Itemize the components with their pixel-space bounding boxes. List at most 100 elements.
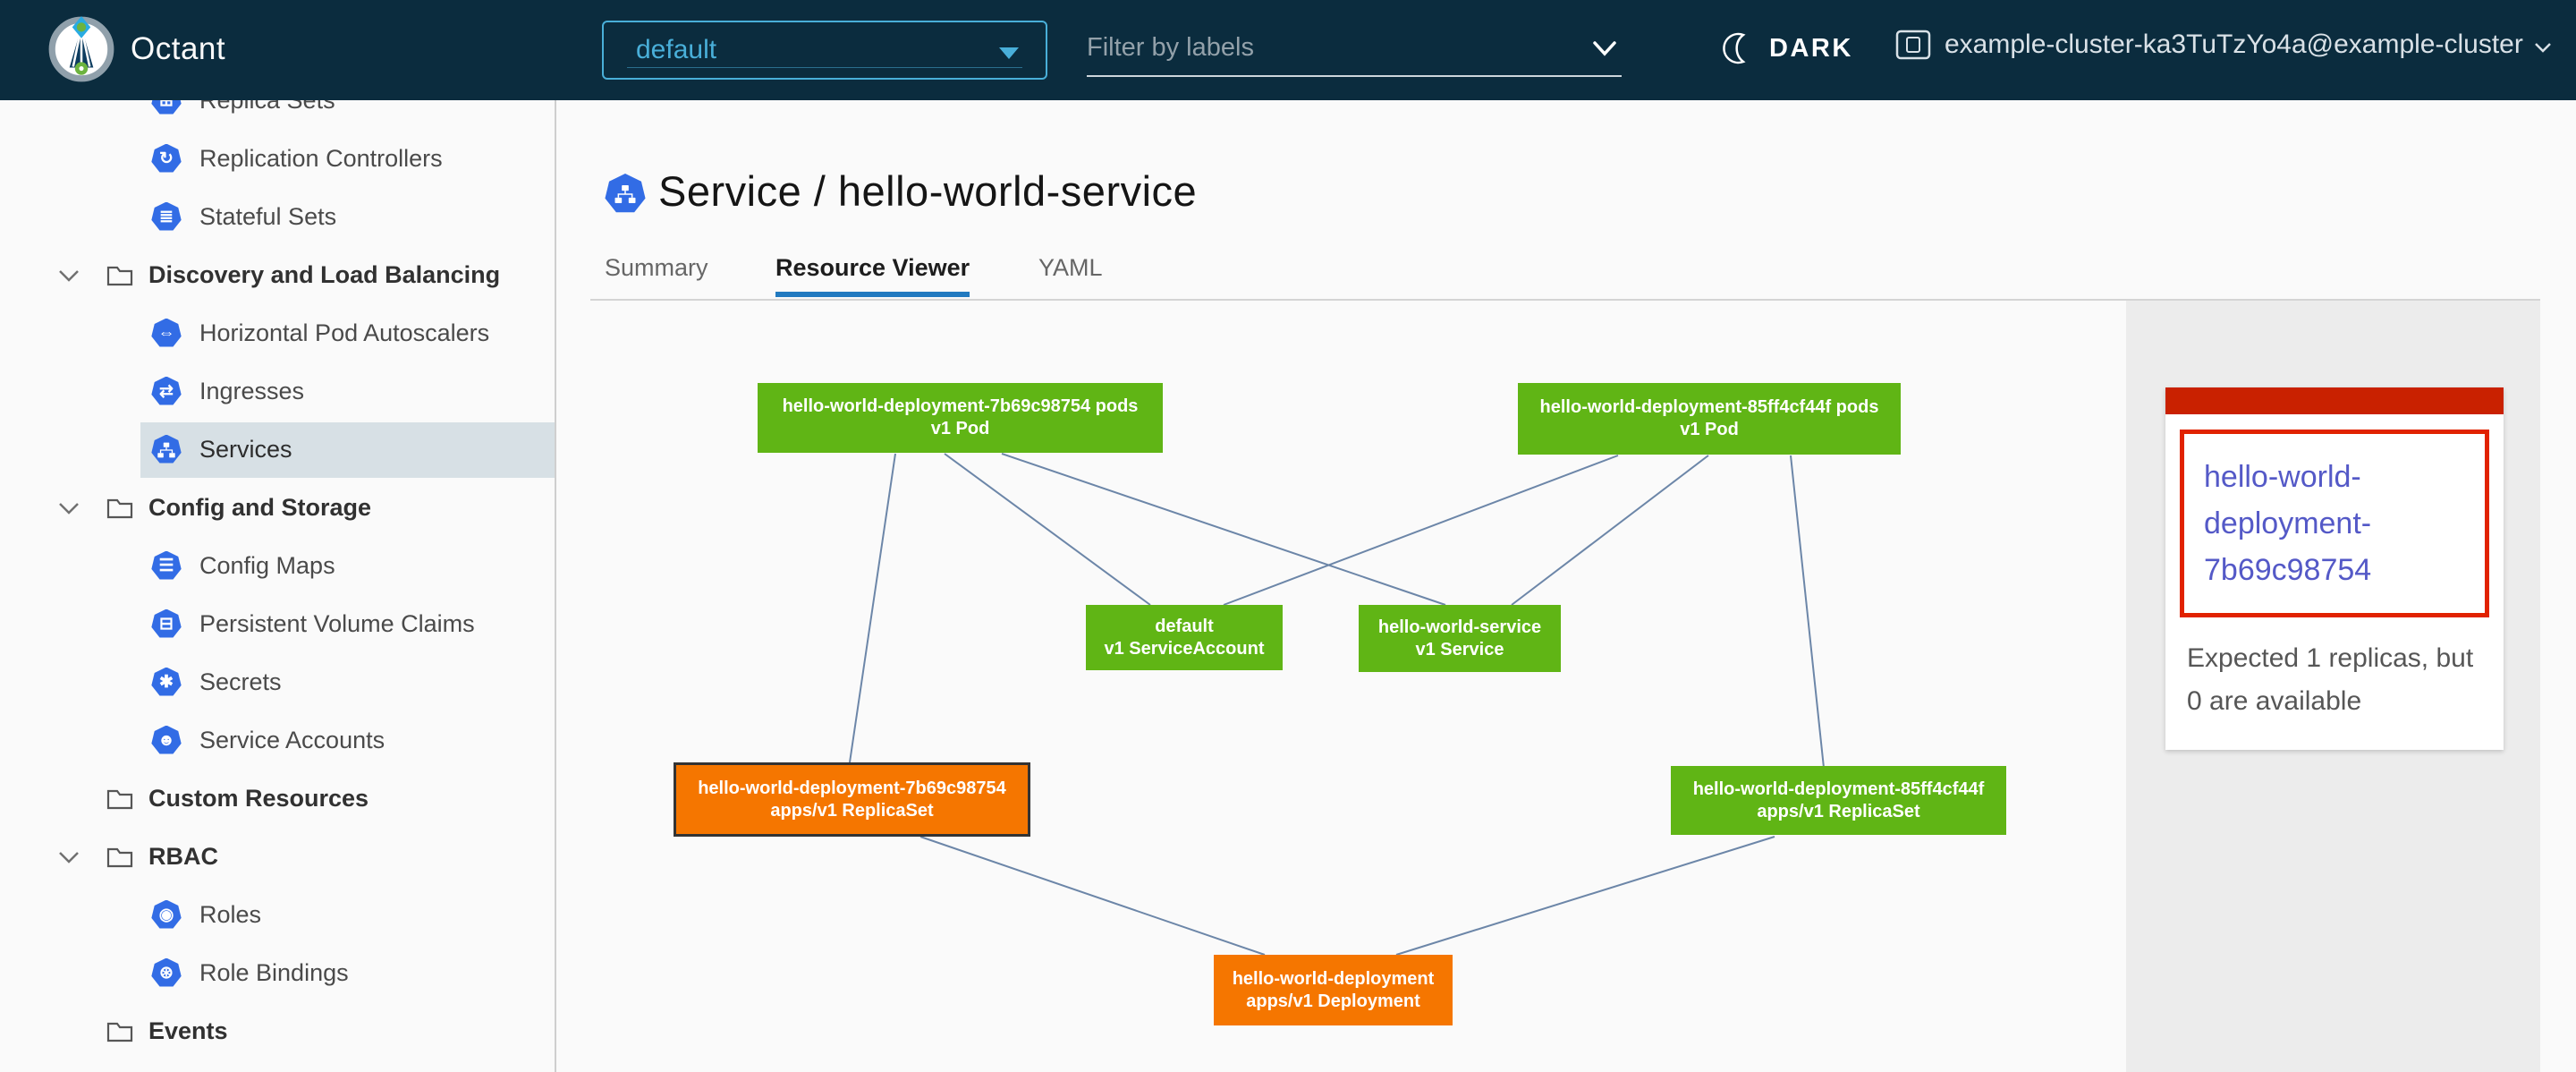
sidebar-group-label: RBAC — [148, 843, 218, 871]
error-alert-box: hello-world-deployment-7b69c98754 — [2180, 430, 2489, 617]
sidebar-item-stateful-sets[interactable]: ≣ Stateful Sets — [0, 188, 556, 246]
ingresses-icon: ⇄ — [151, 377, 182, 407]
status-bar-error — [2165, 387, 2504, 414]
sidebar-item-services[interactable]: Services — [0, 421, 556, 479]
sidebar-item-roles[interactable]: ◉ Roles — [0, 886, 556, 944]
label-filter-input[interactable] — [1087, 25, 1570, 70]
cluster-icon — [1894, 27, 1932, 63]
sidebar-item-label: Services — [199, 436, 292, 464]
graph-node-service-hello-world-service[interactable]: hello-world-service v1 Service — [1359, 605, 1561, 672]
caret-down-icon — [999, 47, 1019, 59]
folder-icon — [106, 1019, 134, 1044]
moon-icon — [1719, 29, 1758, 68]
horizontal-pod-autoscalers-icon: ⇔ — [151, 319, 182, 349]
node-kind: v1 Pod — [758, 418, 1163, 440]
secrets-icon: ✱ — [151, 668, 182, 698]
node-name: hello-world-deployment-85ff4cf44f pods — [1518, 396, 1901, 419]
node-kind: v1 Service — [1359, 639, 1561, 661]
graph-node-pod-7b69c98754[interactable]: hello-world-deployment-7b69c98754 pods v… — [758, 383, 1163, 453]
sidebar-item-label: Service Accounts — [199, 727, 385, 754]
config-maps-icon: ☰ — [151, 551, 182, 582]
sidebar-item-replication-controllers[interactable]: ↻ Replication Controllers — [0, 130, 556, 188]
folder-icon — [106, 263, 134, 288]
resource-link[interactable]: hello-world-deployment-7b69c98754 — [2204, 454, 2479, 593]
sidebar-item-config-maps[interactable]: ☰ Config Maps — [0, 537, 556, 595]
octant-app: Octant default DARK example-cluster-ka3 — [0, 0, 2576, 1072]
chevron-down-icon[interactable] — [57, 849, 80, 865]
sidebar-item-label: Horizontal Pod Autoscalers — [199, 319, 489, 347]
sidebar-item-label: Replication Controllers — [199, 145, 443, 173]
graph-node-serviceaccount-default[interactable]: default v1 ServiceAccount — [1086, 605, 1283, 670]
sidebar-item-service-accounts[interactable]: ☻ Service Accounts — [0, 711, 556, 770]
sidebar-item-replica-sets[interactable]: ⊞ Replica Sets — [0, 100, 556, 130]
graph-node-replicaset-7b69c98754[interactable]: hello-world-deployment-7b69c98754 apps/v… — [674, 762, 1030, 837]
sidebar-group-label: Discovery and Load Balancing — [148, 261, 500, 289]
tab-yaml[interactable]: YAML — [1038, 254, 1103, 292]
chevron-down-icon[interactable] — [1589, 38, 1620, 61]
context-selector[interactable]: example-cluster-ka3TuTzYo4a@example-clus… — [1894, 27, 2554, 63]
sidebar-item-label: Ingresses — [199, 378, 304, 405]
sidebar-item-ingresses[interactable]: ⇄ Ingresses — [0, 362, 556, 421]
sidebar-group-label: Events — [148, 1017, 228, 1045]
node-name: default — [1086, 616, 1283, 638]
sidebar-group-label: Config and Storage — [148, 494, 371, 522]
folder-icon — [106, 496, 134, 521]
top-navbar: Octant default DARK example-cluster-ka3 — [0, 0, 2576, 100]
sidebar-item-events[interactable]: Events — [0, 1002, 556, 1060]
role-bindings-icon: ⊛ — [151, 958, 182, 989]
theme-toggle[interactable]: DARK — [1719, 29, 1853, 68]
replication-controllers-icon: ↻ — [151, 144, 182, 174]
tab-resource-viewer[interactable]: Resource Viewer — [775, 254, 970, 297]
stateful-sets-icon: ≣ — [151, 202, 182, 233]
node-kind: apps/v1 Deployment — [1214, 991, 1453, 1013]
node-name: hello-world-deployment-85ff4cf44f — [1671, 778, 2006, 801]
node-kind: v1 Pod — [1518, 419, 1901, 441]
sidebar-item-label: Persistent Volume Claims — [199, 610, 475, 638]
octant-logo-icon — [45, 13, 118, 86]
sidebar-group-discovery-and-load-balancing[interactable]: Discovery and Load Balancing — [0, 246, 556, 304]
node-name: hello-world-deployment-7b69c98754 pods — [758, 396, 1163, 418]
persistent-volume-claims-icon: ⊟ — [151, 609, 182, 640]
sidebar-item-label: Roles — [199, 901, 261, 929]
graph-node-replicaset-85ff4cf44f[interactable]: hello-world-deployment-85ff4cf44f apps/v… — [1671, 766, 2006, 835]
sidebar-item-horizontal-pod-autoscalers[interactable]: ⇔ Horizontal Pod Autoscalers — [0, 304, 556, 362]
resource-graph: hello-world-deployment-7b69c98754 pods v… — [558, 301, 2126, 1072]
services-icon — [151, 435, 182, 465]
node-name: hello-world-deployment-7b69c98754 — [676, 778, 1028, 800]
sidebar-item-label: Config Maps — [199, 552, 335, 580]
sidebar-item-label: Replica Sets — [199, 100, 335, 115]
sidebar-nav: ⊞ Replica Sets ↻ Replication Controllers… — [0, 100, 556, 1072]
resource-status-card: hello-world-deployment-7b69c98754 Expect… — [2165, 387, 2504, 750]
folder-icon — [106, 845, 134, 870]
graph-node-pod-85ff4cf44f[interactable]: hello-world-deployment-85ff4cf44f pods v… — [1518, 383, 1901, 455]
sidebar-item-secrets[interactable]: ✱ Secrets — [0, 653, 556, 711]
brand[interactable]: Octant — [45, 13, 225, 86]
namespace-value: default — [636, 35, 716, 65]
app-title: Octant — [131, 31, 225, 67]
sidebar-item-role-bindings[interactable]: ⊛ Role Bindings — [0, 944, 556, 1002]
chevron-down-icon[interactable] — [57, 268, 80, 284]
roles-icon: ◉ — [151, 900, 182, 931]
folder-icon — [106, 787, 134, 812]
chevron-down-icon[interactable] — [57, 500, 80, 516]
context-label: example-cluster-ka3TuTzYo4a@example-clus… — [1945, 30, 2523, 60]
node-name: hello-world-deployment — [1214, 968, 1453, 991]
replica-sets-icon: ⊞ — [151, 100, 182, 116]
sidebar-group-label: Custom Resources — [148, 785, 369, 813]
node-kind: apps/v1 ReplicaSet — [1671, 801, 2006, 823]
sidebar-item-custom-resources[interactable]: Custom Resources — [0, 770, 556, 828]
sidebar-group-config-and-storage[interactable]: Config and Storage — [0, 479, 556, 537]
sidebar-group-rbac[interactable]: RBAC — [0, 828, 556, 886]
sidebar-item-label: Stateful Sets — [199, 203, 336, 231]
page-title: Service / hello-world-service — [658, 166, 1197, 216]
label-filter — [1087, 25, 1622, 77]
namespace-selector[interactable]: default — [602, 21, 1047, 80]
theme-toggle-label: DARK — [1769, 34, 1853, 64]
node-name: hello-world-service — [1359, 617, 1561, 639]
tab-summary[interactable]: Summary — [605, 254, 708, 292]
service-accounts-icon: ☻ — [151, 726, 182, 756]
node-kind: v1 ServiceAccount — [1086, 638, 1283, 660]
sidebar-item-label: Role Bindings — [199, 959, 349, 987]
graph-node-deployment-hello-world-deployment[interactable]: hello-world-deployment apps/v1 Deploymen… — [1214, 955, 1453, 1025]
sidebar-item-persistent-volume-claims[interactable]: ⊟ Persistent Volume Claims — [0, 595, 556, 653]
